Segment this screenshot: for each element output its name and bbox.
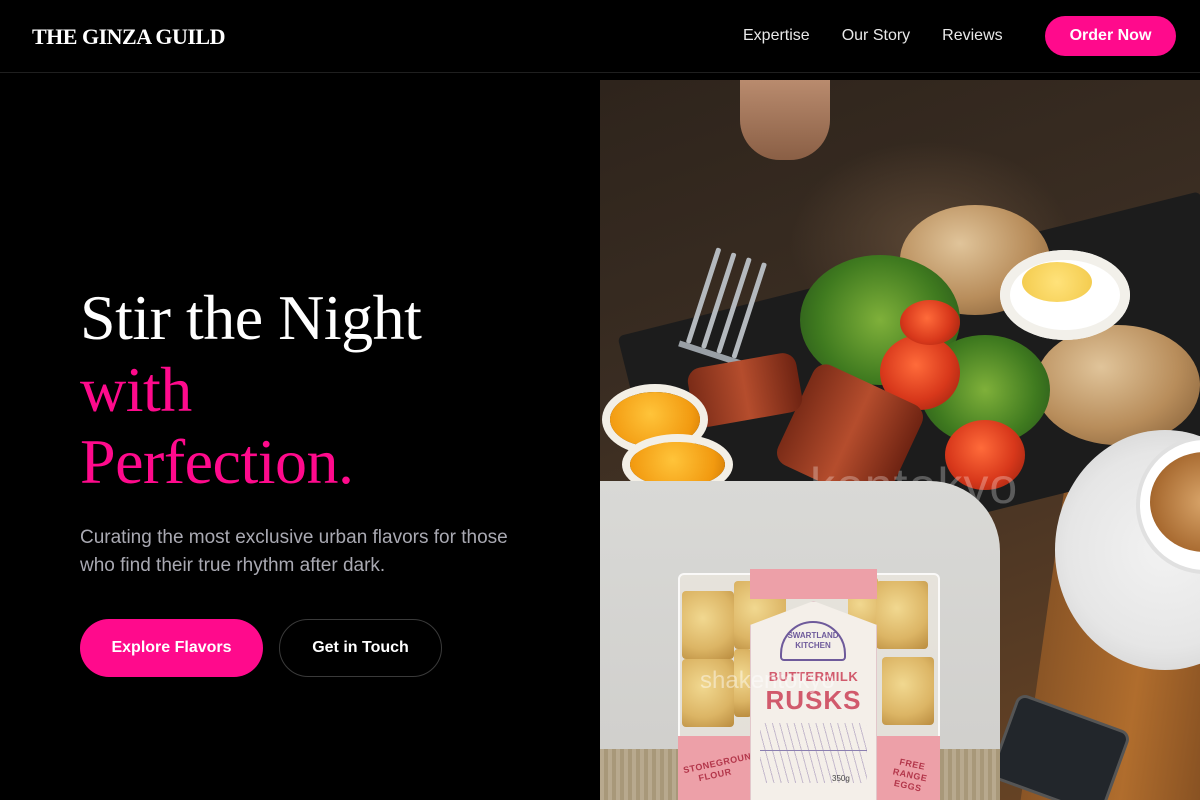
farm-sketch [760,723,867,783]
hero-title-line-3: Perfection. [80,426,354,497]
nav-link-expertise[interactable]: Expertise [743,26,810,46]
bread-roll [1035,325,1200,445]
site-header: THE GINZA GUILD Expertise Our Story Revi… [0,0,1200,73]
main-nav: Expertise Our Story Reviews [743,26,1035,46]
site-logo[interactable]: THE GINZA GUILD [32,24,226,50]
hero-title-line-1: Stir the Night [80,282,422,353]
order-now-button[interactable]: Order Now [1045,16,1176,56]
hero-subtitle: Curating the most exclusive urban flavor… [80,527,508,576]
tomato-slice [900,300,960,345]
rusk [876,581,928,649]
hand [740,80,830,160]
explore-flavors-button[interactable]: Explore Flavors [80,619,263,677]
product-watermark: shakentokyo [700,667,835,694]
butter-dish [1000,250,1130,340]
hero-title-line-2: with [80,354,192,425]
nav-link-reviews[interactable]: Reviews [942,26,1002,46]
rusk [682,591,734,659]
hero-title: Stir the Night with Perfection. [80,282,580,498]
product-weight: 350g [832,774,850,783]
rusk [882,657,934,725]
product-photo-card: STONEGROUND FLOUR FREE RANGE EGGS SWARTL… [600,481,1000,800]
get-in-touch-button[interactable]: Get in Touch [279,619,442,677]
fried-egg [610,392,700,447]
nav-link-our-story[interactable]: Our Story [842,26,910,46]
label-top-strip [750,569,877,599]
